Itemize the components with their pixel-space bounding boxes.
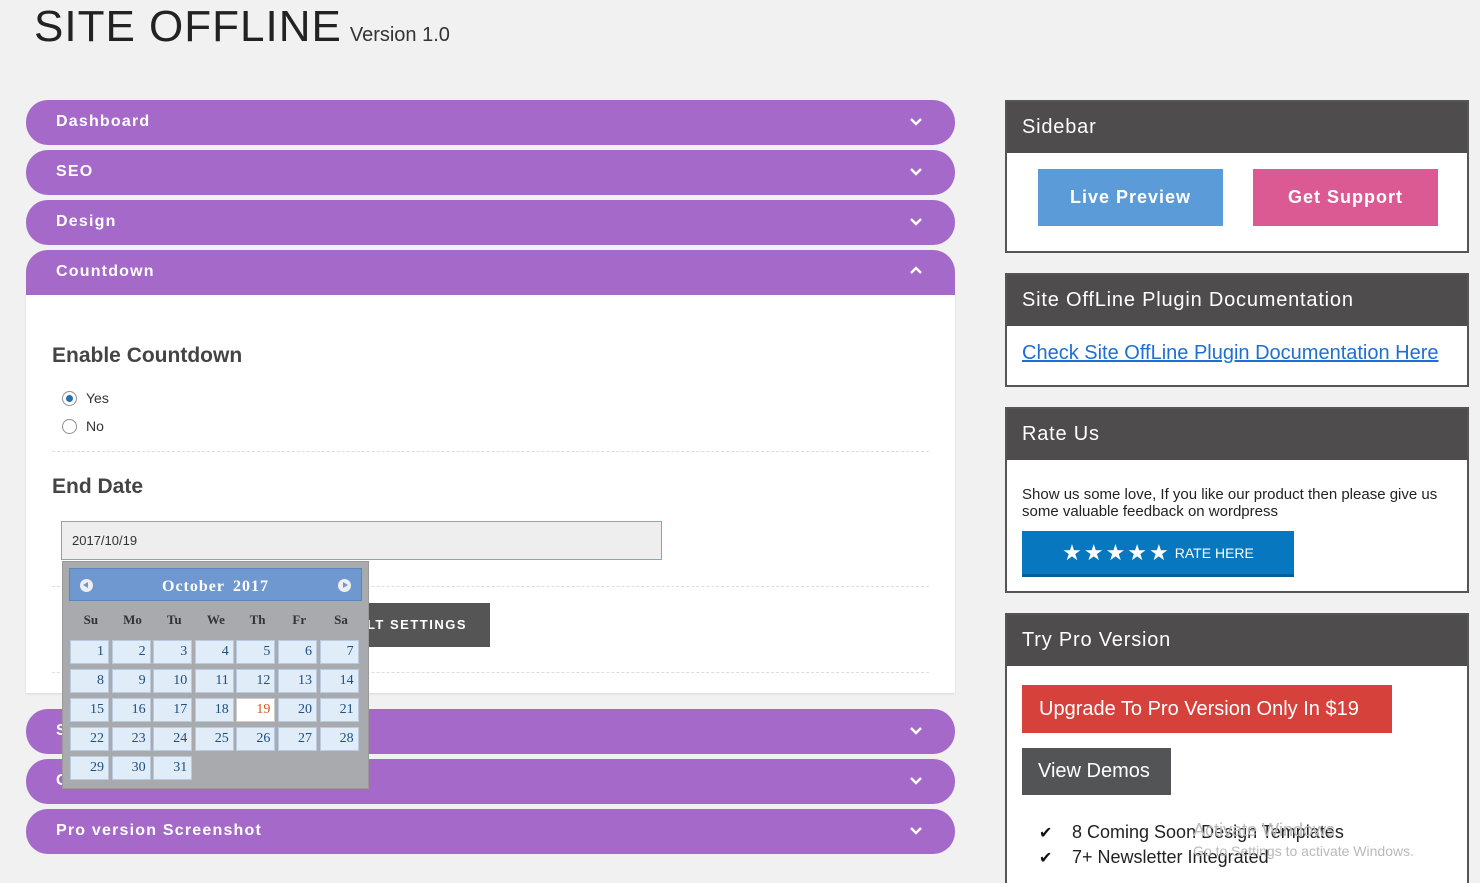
datepicker-year: 2017 <box>232 578 269 595</box>
calendar-day[interactable]: 8 <box>70 669 109 693</box>
documentation-link[interactable]: Check Site OffLine Plugin Documentation … <box>1022 342 1439 365</box>
datepicker-month: October <box>162 578 225 595</box>
page-title-text: SITE OFFLINE <box>34 2 342 51</box>
accordion-label: SEO <box>56 163 94 180</box>
rate-here-button[interactable]: ★★★★★ RATE HERE <box>1022 531 1294 577</box>
chevron-down-icon <box>910 218 922 226</box>
calendar-day[interactable]: 26 <box>236 727 276 751</box>
calendar-day[interactable]: 12 <box>236 669 276 693</box>
chevron-down-icon <box>910 777 922 785</box>
sidebar-box: Sidebar Live Preview Get Support <box>1005 100 1469 253</box>
star-icon: ★★★★★ <box>1062 539 1171 565</box>
accordion-label: Design <box>56 213 117 230</box>
box-title: Try Pro Version <box>1007 615 1467 666</box>
view-demos-button[interactable]: View Demos <box>1022 748 1171 795</box>
calendar-day[interactable]: 14 <box>319 669 359 693</box>
radio-label: Yes <box>86 390 109 406</box>
next-month-icon[interactable] <box>338 579 351 592</box>
weekday-label: Th <box>249 612 266 627</box>
upgrade-pro-button[interactable]: Upgrade To Pro Version Only In $19 <box>1022 685 1392 733</box>
calendar-day[interactable]: 20 <box>278 698 317 722</box>
weekday-label: Tu <box>166 612 182 627</box>
calendar-day[interactable]: 3 <box>153 640 193 664</box>
calendar-day[interactable]: 31 <box>153 756 193 780</box>
weekday-label: Fr <box>292 612 307 627</box>
accordion-pro-screenshot[interactable]: Pro version Screenshot <box>26 809 955 854</box>
radio-button[interactable] <box>62 418 77 434</box>
accordion-countdown[interactable]: Countdown <box>26 250 955 295</box>
calendar-day[interactable]: 30 <box>111 756 151 780</box>
calendar-day[interactable]: 17 <box>153 698 193 722</box>
accordion-label: Pro version Screenshot <box>56 822 263 839</box>
datepicker: October 2017 Su Mo Tu We Th Fr Sa 1234567… <box>62 561 369 789</box>
box-title: Site OffLine Plugin Documentation <box>1007 275 1467 326</box>
radio-yes[interactable]: Yes <box>62 390 109 406</box>
page-title: SITE OFFLINE Version 1.0 <box>34 2 450 52</box>
end-date-heading: End Date <box>52 475 144 498</box>
calendar-day[interactable]: 9 <box>111 669 151 693</box>
chevron-down-icon <box>910 727 922 735</box>
calendar-day[interactable]: 28 <box>319 727 359 751</box>
rate-description: Show us some love, If you like our produ… <box>1022 486 1438 520</box>
weekday-label: Mo <box>123 612 142 627</box>
windows-watermark-title: Activate Windows <box>1193 820 1336 840</box>
datepicker-header: October 2017 <box>69 568 362 601</box>
chevron-down-icon <box>910 168 922 176</box>
chevron-up-icon <box>910 266 922 274</box>
radio-label: No <box>86 418 104 434</box>
end-date-input[interactable] <box>61 521 662 560</box>
calendar-day[interactable]: 11 <box>194 669 234 693</box>
reset-default-settings-button[interactable]: LT SETTINGS <box>356 603 490 647</box>
calendar-day[interactable]: 25 <box>194 727 234 751</box>
check-icon: ✔ <box>1039 849 1053 867</box>
box-title: Rate Us <box>1007 409 1467 460</box>
weekday-label: We <box>206 612 225 627</box>
calendar-day[interactable]: 16 <box>111 698 151 722</box>
calendar-day[interactable]: 2 <box>111 640 151 664</box>
calendar-day[interactable]: 4 <box>194 640 234 664</box>
get-support-button[interactable]: Get Support <box>1253 169 1438 226</box>
accordion-label: Countdown <box>56 263 155 280</box>
windows-watermark-subtitle: Go to Settings to activate Windows. <box>1193 843 1414 859</box>
calendar-day[interactable]: 6 <box>278 640 317 664</box>
chevron-down-icon <box>910 827 922 835</box>
calendar-day[interactable]: 7 <box>319 640 359 664</box>
calendar-day[interactable]: 23 <box>111 727 151 751</box>
calendar-day[interactable]: 5 <box>236 640 276 664</box>
datepicker-title: October 2017 <box>70 578 361 596</box>
radio-no[interactable]: No <box>62 418 104 434</box>
check-icon: ✔ <box>1039 824 1053 842</box>
chevron-down-icon <box>910 118 922 126</box>
box-title: Sidebar <box>1007 102 1467 153</box>
calendar-day[interactable]: 29 <box>70 756 109 780</box>
weekday-header: Su Mo Tu We Th Fr Sa <box>70 612 362 628</box>
calendar-day[interactable]: 10 <box>153 669 193 693</box>
calendar-day[interactable]: 22 <box>70 727 109 751</box>
calendar-day[interactable]: 24 <box>153 727 193 751</box>
calendar-day[interactable]: 13 <box>278 669 317 693</box>
live-preview-button[interactable]: Live Preview <box>1038 169 1223 226</box>
version-label: Version 1.0 <box>349 24 450 46</box>
accordion-dashboard[interactable]: Dashboard <box>26 100 955 145</box>
calendar-day[interactable]: 21 <box>319 698 359 722</box>
divider <box>52 451 929 452</box>
accordion-label: Dashboard <box>56 113 151 130</box>
calendar-day[interactable]: 27 <box>278 727 317 751</box>
radio-button-checked[interactable] <box>62 390 77 406</box>
weekday-label: Su <box>83 612 99 627</box>
calendar-day-today[interactable]: 19 <box>236 698 276 722</box>
enable-countdown-heading: Enable Countdown <box>52 344 243 367</box>
rate-button-label: RATE HERE <box>1174 544 1254 561</box>
accordion-seo[interactable]: SEO <box>26 150 955 195</box>
weekday-label: Sa <box>334 612 348 627</box>
rate-us-box: Rate Us Show us some love, If you like o… <box>1005 407 1469 593</box>
calendar-day[interactable]: 15 <box>70 698 109 722</box>
documentation-box: Site OffLine Plugin Documentation Check … <box>1005 273 1469 387</box>
calendar-day[interactable]: 1 <box>70 640 109 664</box>
calendar-day[interactable]: 18 <box>194 698 234 722</box>
accordion-design[interactable]: Design <box>26 200 955 245</box>
